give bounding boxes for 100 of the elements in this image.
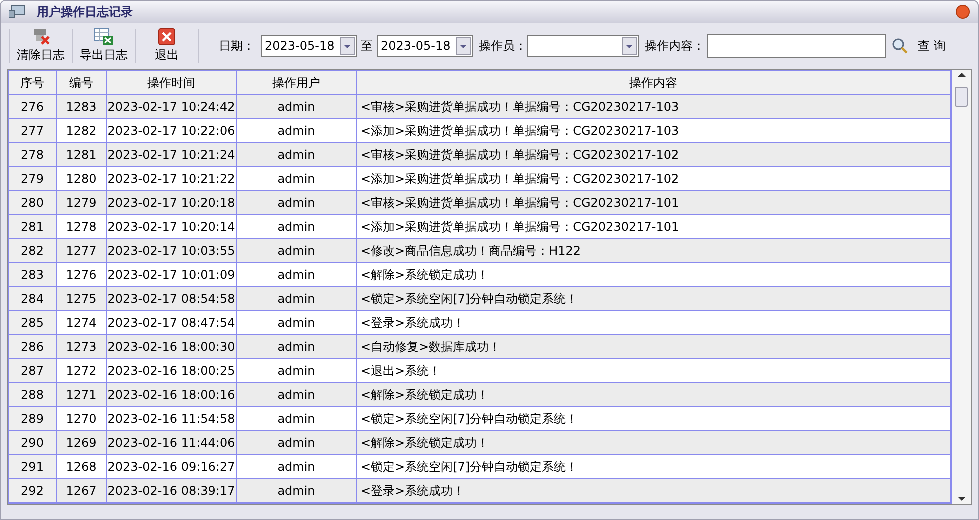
table-cell: 2023-02-17 10:24:42 [107, 95, 237, 118]
table-cell: 2023-02-16 18:00:30 [107, 335, 237, 358]
computer-icon [9, 5, 27, 19]
table-cell: admin [237, 119, 357, 142]
table-cell: 1269 [57, 431, 107, 454]
table-cell: 2023-02-16 11:44:06 [107, 431, 237, 454]
table-cell: <审核>采购进货单据成功！单据编号：CG20230217-102 [357, 143, 951, 166]
table-cell: admin [237, 239, 357, 262]
close-icon[interactable] [956, 5, 970, 19]
table-cell: 2023-02-17 10:21:22 [107, 167, 237, 190]
toolbar-button[interactable]: 清除日志 [10, 26, 72, 66]
table-cell: 1275 [57, 287, 107, 310]
table-cell: <审核>采购进货单据成功！单据编号：CG20230217-103 [357, 95, 951, 118]
column-header[interactable]: 操作用户 [237, 71, 357, 94]
column-header[interactable]: 序号 [9, 71, 57, 94]
toolbar-button[interactable]: 导出日志 [73, 26, 135, 66]
table-cell: 285 [9, 311, 57, 334]
table-cell: 283 [9, 263, 57, 286]
table-cell: 2023-02-16 09:16:27 [107, 455, 237, 478]
table-cell: <解除>系统锁定成功！ [357, 383, 951, 406]
table-cell: admin [237, 383, 357, 406]
table-cell: <登录>系统成功！ [357, 311, 951, 334]
column-header[interactable]: 操作内容 [357, 71, 951, 94]
table-cell: admin [237, 479, 357, 502]
table-cell: 1270 [57, 407, 107, 430]
operator-label: 操作员： [479, 38, 527, 55]
table-cell: admin [237, 215, 357, 238]
operator-dropdown[interactable] [527, 35, 639, 57]
table-cell: 2023-02-17 10:01:09 [107, 263, 237, 286]
window-title: 用户操作日志记录 [37, 4, 133, 21]
table-cell: <修改>商品信息成功！商品编号：H122 [357, 239, 951, 262]
search-button[interactable]: 查 询 [892, 37, 946, 55]
table-cell: 1271 [57, 383, 107, 406]
date-picker[interactable]: 2023-05-18 [377, 35, 473, 57]
table-cell: 2023-02-16 11:54:58 [107, 407, 237, 430]
table-cell: <审核>采购进货单据成功！单据编号：CG20230217-101 [357, 191, 951, 214]
table-cell: <添加>采购进货单据成功！单据编号：CG20230217-101 [357, 215, 951, 238]
table-cell: 289 [9, 407, 57, 430]
table-cell: 1273 [57, 335, 107, 358]
table-cell: admin [237, 311, 357, 334]
table-cell: admin [237, 167, 357, 190]
column-header[interactable]: 操作时间 [107, 71, 237, 94]
spreadsheet-icon [94, 28, 114, 46]
table-cell: 2023-02-16 18:00:25 [107, 359, 237, 382]
table-cell: <退出>系统！ [357, 359, 951, 382]
date-label: 日期： [219, 38, 255, 55]
table-cell: 2023-02-17 10:03:55 [107, 239, 237, 262]
table-cell: 2023-02-17 10:21:24 [107, 143, 237, 166]
table-cell: admin [237, 143, 357, 166]
table-cell: 2023-02-17 10:22:06 [107, 119, 237, 142]
table-cell: 2023-02-17 10:20:18 [107, 191, 237, 214]
column-header[interactable]: 编号 [57, 71, 107, 94]
table-cell: <添加>采购进货单据成功！单据编号：CG20230217-102 [357, 167, 951, 190]
scroll-up-icon[interactable] [958, 72, 966, 78]
table-cell: 1282 [57, 119, 107, 142]
table-cell: admin [237, 287, 357, 310]
table-cell: admin [237, 431, 357, 454]
content-label: 操作内容： [645, 38, 705, 55]
table-cell: 279 [9, 167, 57, 190]
table-cell: 1267 [57, 479, 107, 502]
table-cell: 1277 [57, 239, 107, 262]
table-cell: <自动修复>数据库成功！ [357, 335, 951, 358]
scroll-thumb[interactable] [955, 87, 968, 107]
table-cell: 1281 [57, 143, 107, 166]
table-cell: admin [237, 359, 357, 382]
table-cell: 277 [9, 119, 57, 142]
table-cell: 281 [9, 215, 57, 238]
table-cell: admin [237, 407, 357, 430]
table-cell: admin [237, 335, 357, 358]
table-cell: <登录>系统成功！ [357, 479, 951, 502]
scroll-down-icon[interactable] [958, 496, 966, 502]
table-cell: 1283 [57, 95, 107, 118]
date-separator: 至 [361, 38, 373, 55]
table-cell: <锁定>系统空闲[7]分钟自动锁定系统！ [357, 455, 951, 478]
table-cell: 2023-02-16 08:39:17 [107, 479, 237, 502]
table-cell: 1268 [57, 455, 107, 478]
table-cell: admin [237, 455, 357, 478]
date-picker[interactable]: 2023-05-18 [261, 35, 357, 57]
table-cell: <添加>采购进货单据成功！单据编号：CG20230217-103 [357, 119, 951, 142]
table-cell: <解除>系统锁定成功！ [357, 431, 951, 454]
table-cell: <锁定>系统空闲[7]分钟自动锁定系统！ [357, 287, 951, 310]
table-cell: 2023-02-17 10:20:14 [107, 215, 237, 238]
table-cell: admin [237, 95, 357, 118]
table-cell: 1278 [57, 215, 107, 238]
table-cell: 1272 [57, 359, 107, 382]
table-cell: 2023-02-17 08:54:58 [107, 287, 237, 310]
scrollbar[interactable] [952, 70, 971, 504]
toolbar-button[interactable]: 退出 [136, 26, 198, 66]
table-cell: 1274 [57, 311, 107, 334]
table-cell: 1279 [57, 191, 107, 214]
table-cell: <锁定>系统空闲[7]分钟自动锁定系统！ [357, 407, 951, 430]
table-cell: <解除>系统锁定成功！ [357, 263, 951, 286]
table-cell: 1276 [57, 263, 107, 286]
search-icon [892, 38, 908, 54]
table-cell: 2023-02-16 18:00:16 [107, 383, 237, 406]
close-icon [158, 28, 176, 46]
content-field[interactable] [707, 34, 886, 58]
table-cell: 1280 [57, 167, 107, 190]
table-cell: 287 [9, 359, 57, 382]
table-cell: 2023-02-17 08:47:54 [107, 311, 237, 334]
